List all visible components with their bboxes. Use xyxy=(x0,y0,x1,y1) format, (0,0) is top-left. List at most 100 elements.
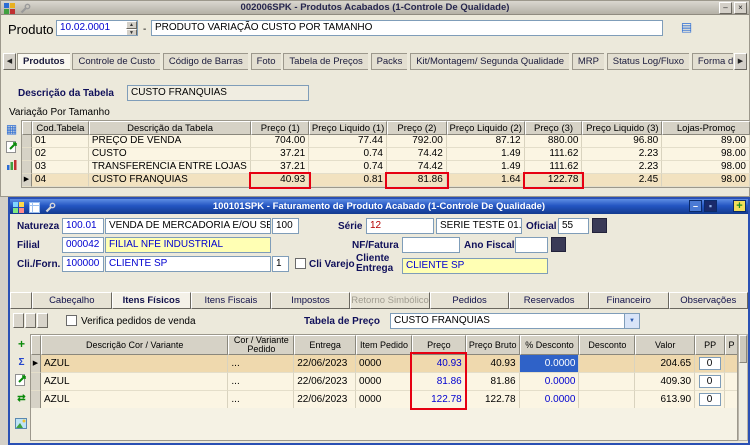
tab-itens-fiscais[interactable]: Itens Fiscais xyxy=(191,292,271,309)
table-row[interactable]: AZUL ... 22/06/2023 0000 81.86 81.86 0.0… xyxy=(31,373,737,391)
export-icon[interactable] xyxy=(4,141,19,155)
natureza-desc-field[interactable]: VENDA DE MERCADORIA E/OU SERVI xyxy=(105,218,271,234)
tab-impostos[interactable]: Impostos xyxy=(271,292,351,309)
tab-tabela-de-precos[interactable]: Tabela de Preços xyxy=(283,53,367,70)
produto-description-input[interactable]: PRODUTO VARIAÇÃO CUSTO POR TAMANHO xyxy=(151,20,663,36)
tab-foto[interactable]: Foto xyxy=(251,53,281,70)
nf-fatura-field[interactable] xyxy=(402,237,460,253)
tab-scroll-right-icon[interactable]: ▶ xyxy=(734,53,747,70)
col-pp[interactable]: PP xyxy=(695,335,725,355)
col-pct-desconto[interactable]: % Desconto xyxy=(520,335,580,355)
filial-code-field[interactable]: 000042 xyxy=(62,237,104,253)
notes-icon[interactable]: ▤ xyxy=(679,21,694,35)
tab-scroll-left-icon[interactable]: ◀ xyxy=(3,53,16,70)
precos-table: Cod.Tabela Descrição da Tabela Preço (1)… xyxy=(21,120,750,188)
tab-packs[interactable]: Packs xyxy=(371,53,408,70)
col-p[interactable]: P xyxy=(725,335,737,355)
table-row-selected[interactable]: ▶ 04 CUSTO FRANQUIAS 40.93 0.81 81.86 1.… xyxy=(22,174,750,187)
sum-icon[interactable]: Σ xyxy=(14,356,29,370)
tab-status-log-fluxo[interactable]: Status Log/Fluxo xyxy=(607,53,689,70)
oficial-field[interactable]: 55 xyxy=(558,218,589,234)
lookup-button[interactable] xyxy=(551,237,566,252)
verifica-pedidos-checkbox[interactable] xyxy=(66,315,77,326)
tabela-preco-select[interactable]: CUSTO FRANQUIAS ▼ xyxy=(390,313,640,329)
col-lojas-promoc[interactable]: Lojas-Promoç xyxy=(662,121,750,135)
lookup-button[interactable] xyxy=(592,218,607,233)
desc-tabela-input[interactable]: CUSTO FRANQUIAS xyxy=(127,85,309,101)
filial-desc-field[interactable]: FILIAL NFE INDUSTRIAL xyxy=(105,237,271,253)
tab-financeiro[interactable]: Financeiro xyxy=(589,292,669,309)
table-row-selected[interactable]: ▶ AZUL ... 22/06/2023 0000 40.93 40.93 0… xyxy=(31,355,737,373)
new-record-button[interactable]: + xyxy=(733,200,746,212)
produtos-titlebar[interactable]: 002006SPK - Produtos Acabados (1-Control… xyxy=(1,1,749,15)
col-preco[interactable]: Preço xyxy=(412,335,466,355)
tab-reservados[interactable]: Reservados xyxy=(509,292,589,309)
col-preco-2[interactable]: Preço (2) xyxy=(387,121,447,135)
scrollbar-thumb[interactable] xyxy=(739,335,747,363)
pp-cell[interactable]: 0 xyxy=(699,375,721,388)
mini-toolbar-button[interactable] xyxy=(13,313,24,328)
col-desconto[interactable]: Desconto xyxy=(579,335,635,355)
col-preco-3[interactable]: Preço (3) xyxy=(525,121,583,135)
mini-toolbar-button[interactable] xyxy=(37,313,48,328)
cliente-entrega-field[interactable]: CLIENTE SP xyxy=(402,258,548,274)
col-preco-liquido-2[interactable]: Preço Liquido (2) xyxy=(447,121,525,135)
tab-produtos[interactable]: Produtos xyxy=(17,53,70,70)
col-entrega[interactable]: Entrega xyxy=(294,335,356,355)
export-icon[interactable] xyxy=(13,374,28,388)
col-preco-liquido-3[interactable]: Preço Liquido (3) xyxy=(582,121,662,135)
pp-cell[interactable]: 0 xyxy=(699,393,721,406)
faturamento-titlebar[interactable]: 100101SPK - Faturamento de Produto Acaba… xyxy=(10,199,748,214)
cli-extra-field[interactable]: 1 xyxy=(272,256,289,272)
col-valor[interactable]: Valor xyxy=(635,335,695,355)
table-row[interactable]: 02 CUSTO 37.21 0.74 74.42 1.49 111.62 2.… xyxy=(22,148,750,161)
nf-fatura-label: NF/Fatura xyxy=(352,240,399,251)
table-row[interactable]: 03 TRANSFERÊNCIA ENTRE LOJAS 37.21 0.74 … xyxy=(22,161,750,174)
refresh-icon[interactable]: ⇄ xyxy=(14,392,29,406)
close-icon[interactable]: × xyxy=(734,2,747,14)
mini-toolbar-button[interactable] xyxy=(25,313,36,328)
serie-desc-field[interactable]: SERIE TESTE 01.1 xyxy=(436,218,522,234)
cli-varejo-checkbox[interactable] xyxy=(295,258,306,269)
ano-fiscal-field[interactable] xyxy=(515,237,548,253)
vertical-scrollbar[interactable] xyxy=(738,334,748,441)
col-preco-bruto[interactable]: Preço Bruto xyxy=(466,335,520,355)
col-descricao-cor-variante[interactable]: Descrição Cor / Variante xyxy=(41,335,228,355)
natureza-extra-field[interactable]: 100 xyxy=(272,218,299,234)
tab-itens-fisicos[interactable]: Itens Físicos xyxy=(112,292,192,309)
chevron-down-icon[interactable]: ▼ xyxy=(624,314,639,328)
produto-code-input[interactable]: 10.02.0001 ▲ ▼ xyxy=(56,20,138,36)
selected-cell[interactable]: 0.0000 xyxy=(520,355,580,373)
image-icon[interactable] xyxy=(13,418,28,432)
col-preco-liquido-1[interactable]: Preço Liquido (1) xyxy=(309,121,387,135)
pp-cell[interactable]: 0 xyxy=(699,357,721,370)
highlighted-preco-1: 40.93 xyxy=(251,174,309,187)
chart-icon[interactable] xyxy=(4,159,19,173)
col-cod-tabela[interactable]: Cod.Tabela xyxy=(32,121,89,135)
tab-kit-montagem[interactable]: Kit/Montagem/ Segunda Qualidade xyxy=(410,53,569,70)
produto-spinner[interactable]: ▲ ▼ xyxy=(126,21,137,35)
maximize-icon[interactable]: ▪ xyxy=(704,200,717,212)
add-row-icon[interactable]: + xyxy=(14,338,29,352)
minimize-button[interactable]: – xyxy=(719,2,732,14)
tab-pedidos[interactable]: Pedidos xyxy=(430,292,510,309)
col-descricao-tabela[interactable]: Descrição da Tabela xyxy=(89,121,252,135)
minimize-button[interactable]: – xyxy=(689,200,702,212)
natureza-code-field[interactable]: 100.01 xyxy=(62,218,104,234)
grid-icon[interactable]: ▦ xyxy=(4,123,19,137)
col-cor-variante-pedido[interactable]: Cor / Variante Pedido xyxy=(228,335,294,355)
tab-observacoes[interactable]: Observações xyxy=(669,292,749,309)
tab-mrp[interactable]: MRP xyxy=(572,53,604,70)
tab-forma-de-pagamento[interactable]: Forma de Pagamento xyxy=(692,53,733,70)
serie-code-field[interactable]: 12 xyxy=(366,218,434,234)
cli-forn-code-field[interactable]: 100000 xyxy=(62,256,104,272)
tab-codigo-de-barras[interactable]: Código de Barras xyxy=(163,53,248,70)
cli-forn-desc-field[interactable]: CLIENTE SP xyxy=(105,256,271,272)
row-selector xyxy=(22,148,32,161)
col-preco-1[interactable]: Preço (1) xyxy=(251,121,309,135)
tab-controle-de-custo[interactable]: Controle de Custo xyxy=(72,53,160,70)
table-row[interactable]: AZUL ... 22/06/2023 0000 122.78 122.78 0… xyxy=(31,391,737,409)
table-row[interactable]: 01 PREÇO DE VENDA 704.00 77.44 792.00 87… xyxy=(22,135,750,148)
tab-cabecalho[interactable]: Cabeçalho xyxy=(32,292,112,309)
col-item-pedido[interactable]: Item Pedido xyxy=(356,335,412,355)
